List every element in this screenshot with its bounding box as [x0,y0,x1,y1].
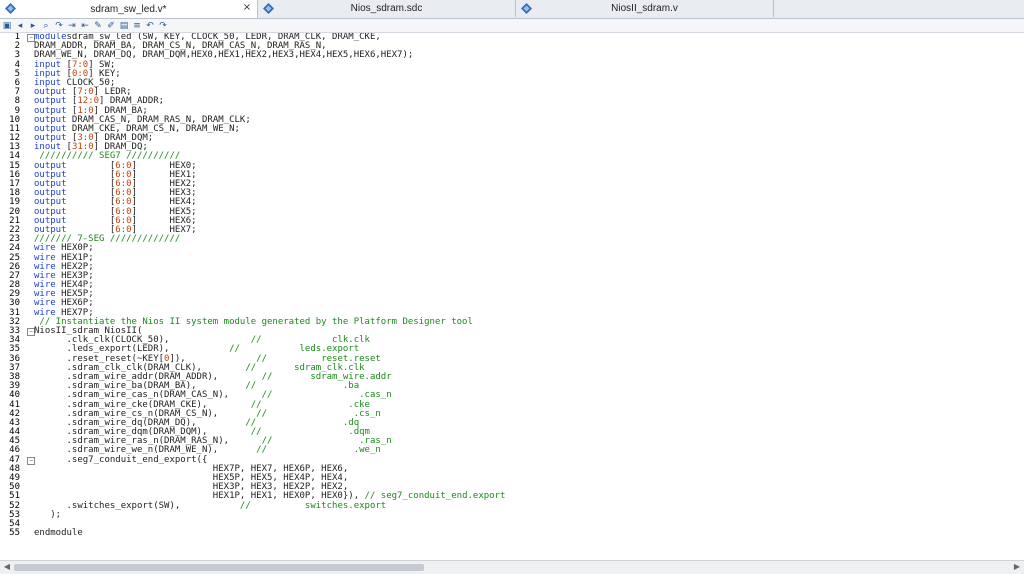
tab-label: sdram_sw_led.v* [90,3,167,15]
code-line[interactable]: 28 wire HEX4P; [0,280,1024,290]
tab-label: Nios_sdram.sdc [350,3,423,14]
editor-toolbar: ▣ ◂ ▸ ⌕ ↷ ⇥ ⇤ ✎ ✐ ▤ ≡ ↶ ↷ [0,19,1024,33]
undo-icon[interactable]: ↶ [145,21,155,31]
tab-label: NiosII_sdram.v [611,3,678,14]
scrollbar-thumb[interactable] [14,564,424,571]
uncomment-icon[interactable]: ✐ [106,21,116,31]
code-line[interactable]: 12 output [3:0] DRAM_DQM; [0,133,1024,143]
comment-icon[interactable]: ✎ [93,21,103,31]
tab-2[interactable]: Nios_sdram.sdc [258,0,516,17]
code-line[interactable]: 53 ); [0,509,1024,520]
horizontal-scrollbar[interactable]: ◀ ▶ [0,560,1024,574]
code-line[interactable]: 32 // Instantiate the Nios II system mod… [0,317,1024,327]
code-text: endmodule [34,529,83,538]
code-line[interactable]: 29 wire HEX5P; [0,290,1024,299]
scroll-right-icon[interactable]: ▶ [1012,562,1022,572]
code-line[interactable]: 26 wire HEX2P; [0,262,1024,272]
lines-icon[interactable]: ≡ [132,21,142,31]
prev-bookmark-icon[interactable]: ◂ [15,21,25,31]
line-number: 55 [9,528,20,539]
code-text: .switches_export(SW), // switches.export [34,500,387,511]
toggle-bookmark-icon[interactable]: ▣ [2,21,12,31]
comment-token: // .we_n [256,445,381,456]
verilog-file-icon [263,3,274,14]
next-bookmark-icon[interactable]: ▸ [28,21,38,31]
code-line[interactable]: 4 input [7:0] SW; [0,60,1024,70]
code-line[interactable]: 25 wire HEX1P; [0,253,1024,263]
code-line[interactable]: 24 wire HEX0P; [0,244,1024,253]
code-line[interactable]: 6 input CLOCK_50; [0,78,1024,88]
code-line[interactable]: 54 [0,519,1024,529]
code-text: ); [34,509,62,520]
code-line[interactable]: 30 wire HEX6P; [0,299,1024,308]
find-next-icon[interactable]: ↷ [54,21,64,31]
comment-token: // switches.export [239,500,387,511]
insert-template-icon[interactable]: ▤ [119,21,129,31]
code-token: endmodule [34,528,83,539]
code-editor[interactable]: 1− modulesdram_sw_led (SW, KEY, CLOCK_50,… [0,33,1024,560]
close-icon[interactable]: × [241,2,253,14]
code-line[interactable]: 11 output DRAM_CKE, DRAM_CS_N, DRAM_WE_N; [0,124,1024,134]
code-line[interactable]: 8 output [12:0] DRAM_ADDR; [0,97,1024,106]
redo-icon[interactable]: ↷ [158,21,168,31]
code-line[interactable]: 23/////// 7-SEG ///////////// [0,234,1024,244]
tab-3[interactable]: NiosII_sdram.v [516,0,774,17]
code-line[interactable]: 3 DRAM_WE_N, DRAM_DQ, DRAM_DQM,HEX0,HEX1,… [0,51,1024,60]
code-token: ); [34,509,62,520]
code-line[interactable]: 5 input [0:0] KEY; [0,69,1024,79]
verilog-file-icon [521,3,532,14]
scroll-left-icon[interactable]: ◀ [2,562,12,572]
code-line[interactable]: 52 .switches_export(SW), // switches.exp… [0,500,1024,511]
indent-icon[interactable]: ⇥ [67,21,77,31]
code-line[interactable]: 27 wire HEX3P; [0,271,1024,281]
find-icon[interactable]: ⌕ [41,21,51,31]
editor-tab-bar: sdram_sw_led.v* × Nios_sdram.sdc NiosII_sdr… [0,0,1024,19]
code-line[interactable]: 55 endmodule [0,528,1024,539]
outdent-icon[interactable]: ⇤ [80,21,90,31]
tab-1[interactable]: sdram_sw_led.v* × [0,0,258,18]
code-token: .switches_export(SW), [34,500,240,511]
verilog-file-icon [5,3,16,14]
